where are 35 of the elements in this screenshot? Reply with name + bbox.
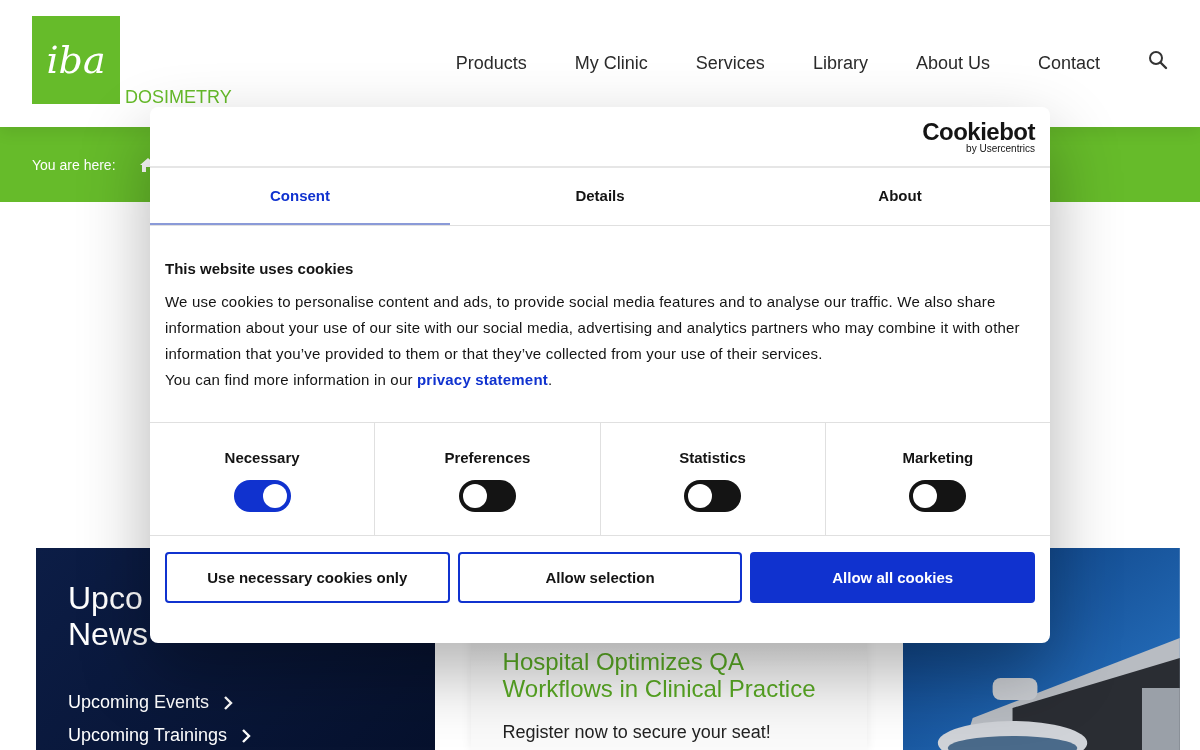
news-heading: News bbox=[68, 616, 148, 652]
consent-button[interactable]: Use necessary cookies only bbox=[165, 552, 450, 603]
nav-link[interactable]: Products bbox=[455, 53, 527, 74]
chevron-icon bbox=[241, 727, 252, 744]
chevron-icon bbox=[223, 694, 234, 711]
nav-link[interactable]: Contact bbox=[1037, 53, 1100, 74]
nav-link[interactable]: About Us bbox=[915, 53, 990, 74]
news-link[interactable]: Upcoming Trainings bbox=[68, 725, 252, 746]
toggle-label: Marketing bbox=[902, 449, 974, 466]
search-icon[interactable] bbox=[1148, 49, 1168, 70]
consent-button[interactable]: Allow selection bbox=[457, 552, 743, 603]
tab[interactable]: Details bbox=[450, 168, 750, 225]
toggle-label: Statistics bbox=[679, 449, 746, 466]
tab[interactable]: About bbox=[750, 168, 1050, 225]
privacy-link[interactable]: privacy statement bbox=[417, 371, 548, 388]
toggle-switch[interactable] bbox=[233, 480, 291, 512]
brand-suffix: DOSIMETRY bbox=[125, 87, 232, 108]
toggle-switch[interactable] bbox=[909, 480, 967, 512]
cookiebot-logo: Cookiebot by Usercentrics bbox=[922, 119, 1035, 154]
breadcrumb-label: You are here: bbox=[32, 156, 116, 173]
nav-link[interactable]: My Clinic bbox=[574, 53, 648, 74]
nav-link[interactable]: Services bbox=[695, 53, 765, 74]
toggle-label: Necessary bbox=[224, 449, 300, 466]
tab[interactable]: Consent bbox=[150, 168, 450, 225]
news-link[interactable]: Upcoming Events bbox=[68, 692, 234, 713]
consent-button[interactable]: Allow all cookies bbox=[750, 552, 1035, 603]
dialog-text: You can find more information in our privacy statement. bbox=[165, 370, 554, 390]
dialog-text: We use cookies to personalise content and ads, to provide social media features and to analyse our traffic. We also share information about your use of our site with our social media, advertising and analytics partners who may combine it with other information that you’ve provided to them or that they’ve collected from your use of their services. bbox=[165, 292, 1021, 364]
nav-link[interactable]: Library bbox=[812, 53, 868, 74]
news-heading: Upco bbox=[68, 580, 143, 616]
toggle-label: Preferences bbox=[444, 449, 531, 466]
dialog-title: This website uses cookies bbox=[165, 260, 355, 277]
event-text: Register now to secure your seat! bbox=[502, 722, 772, 743]
toggle-switch[interactable] bbox=[458, 480, 516, 512]
toggle-switch[interactable] bbox=[684, 480, 742, 512]
